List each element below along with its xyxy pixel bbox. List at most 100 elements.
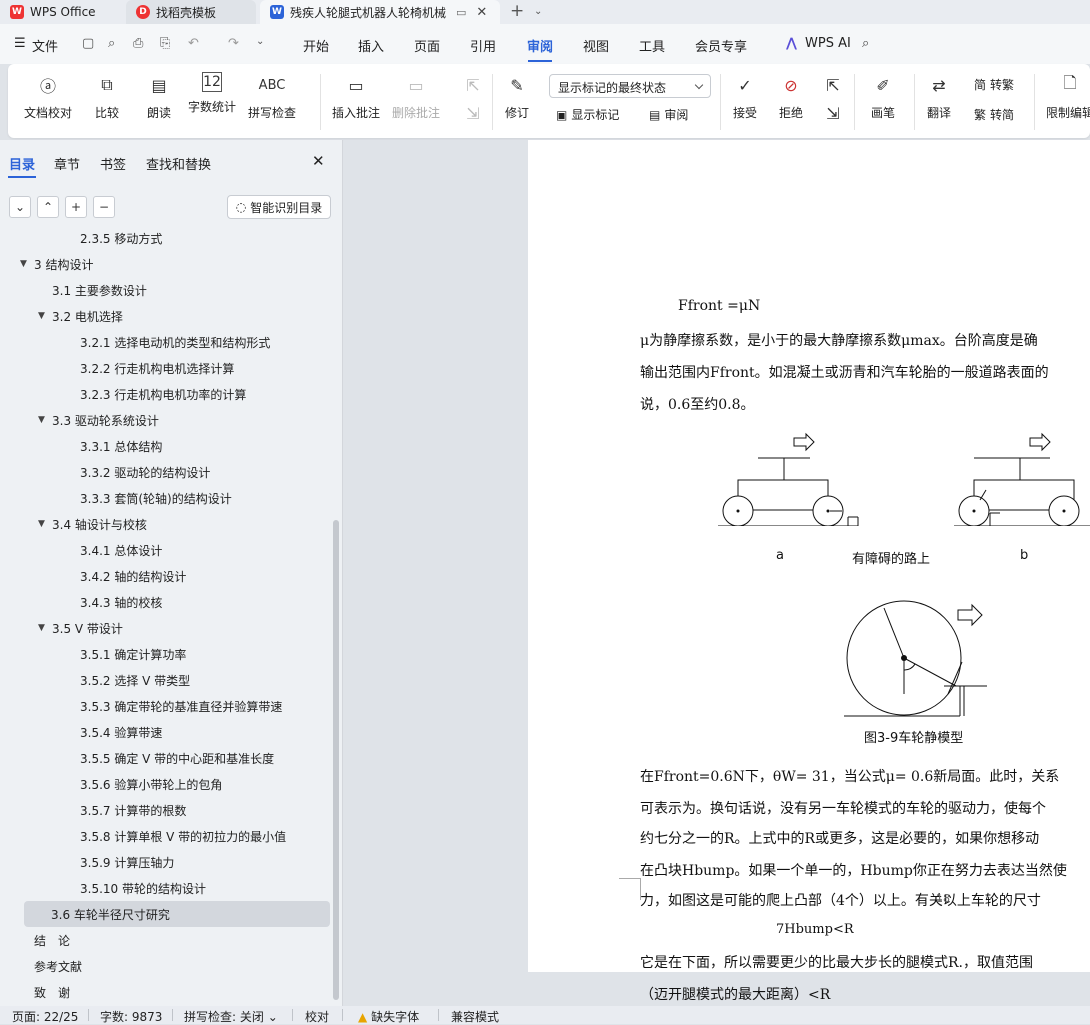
toc-item[interactable]: 3.1 主要参数设计 (38, 277, 147, 303)
tab-bookmarks[interactable]: 书签 (100, 154, 126, 173)
toc-item[interactable]: 3.5.5 确定 V 带的中心距和基准长度 (66, 745, 274, 771)
toc-item[interactable]: 3.5.10 带轮的结构设计 (66, 875, 206, 901)
tab-find-replace[interactable]: 查找和替换 (146, 154, 211, 173)
expand-up-button[interactable]: ⌃ (37, 196, 59, 218)
toc-item[interactable]: 3.6 车轮半径尺寸研究 (24, 901, 330, 927)
remove-toc-button[interactable]: − (93, 196, 115, 218)
toc-item[interactable]: 参考文献 (20, 953, 82, 979)
new-tab-icon[interactable]: + (510, 1, 524, 21)
menu-file[interactable]: 文件 (32, 36, 58, 55)
menu-wps-ai[interactable]: WPS AI (805, 36, 851, 51)
format-painter-icon[interactable]: ⌕ (108, 36, 115, 51)
search-icon[interactable]: ⌕ (862, 36, 869, 51)
tab-chapters[interactable]: 章节 (54, 154, 80, 173)
toc-item[interactable]: ▼ 3.4 轴设计与校核 (38, 511, 147, 537)
to-traditional-button[interactable]: 简 转繁 (974, 76, 1014, 93)
review-pane-button[interactable]: ▤ 审阅 (649, 106, 688, 123)
toc-item[interactable]: ▼ 3 结构设计 (20, 251, 93, 277)
toc-item[interactable]: 3.3.3 套筒(轮轴)的结构设计 (66, 485, 232, 511)
prev-change-button[interactable]: ⇱ (820, 72, 846, 98)
toc-item[interactable]: 2.3.5 移动方式 (66, 228, 162, 251)
menu-tools[interactable]: 工具 (639, 36, 665, 55)
collapse-caret-icon[interactable]: ▼ (38, 623, 52, 633)
next-change-button[interactable]: ⇲ (820, 100, 846, 126)
pen-button[interactable]: ✐ 画笔 (870, 72, 896, 121)
toc-item-label: 3.1 主要参数设计 (52, 283, 147, 298)
toc-item[interactable]: 3.4.2 轴的结构设计 (66, 563, 186, 589)
toc-item[interactable]: ▼ 3.2 电机选择 (38, 303, 123, 329)
restrict-edit-button[interactable]: 🗋 限制编辑 (1046, 72, 1090, 121)
print-icon[interactable]: ⎙ (133, 36, 143, 51)
toc-item[interactable]: 3.4.1 总体设计 (66, 537, 162, 563)
toc-item[interactable]: ▼ 3.3 驱动轮系统设计 (38, 407, 159, 433)
toc-item[interactable]: 3.5.6 验算小带轮上的包角 (66, 771, 222, 797)
menu-review[interactable]: 审阅 (527, 36, 553, 55)
collapse-caret-icon[interactable]: ▼ (38, 311, 52, 321)
reject-button[interactable]: ⊘ 拒绝 (778, 72, 804, 121)
undo-icon[interactable]: ↶ (188, 36, 199, 51)
menu-page[interactable]: 页面 (414, 36, 440, 55)
menu-member[interactable]: 会员专享 (695, 36, 747, 55)
word-count-button[interactable]: 12 字数统计 (188, 72, 236, 115)
smart-toc-button[interactable]: ◌ 智能识别目录 (227, 195, 331, 219)
page-indicator[interactable]: 页面: 22/25 (12, 1008, 78, 1025)
tab-document[interactable]: W 残疾人轮腿式机器人轮椅机械 ▭ ✕ (260, 0, 500, 24)
toc-item[interactable]: 3.5.3 确定带轮的基准直径并验算带速 (66, 693, 282, 719)
to-simplified-button[interactable]: 繁 转简 (974, 106, 1014, 123)
revise-button[interactable]: ✎ 修订 (504, 72, 530, 121)
more-chevron-icon[interactable]: ⌄ (256, 36, 264, 47)
toc-item[interactable]: 3.5.7 计算带的根数 (66, 797, 186, 823)
toc-item[interactable]: 3.3.2 驱动轮的结构设计 (66, 459, 210, 485)
toc-item[interactable]: 3.2.2 行走机构电机选择计算 (66, 355, 234, 381)
toc-item[interactable]: 3.5.9 计算压轴力 (66, 849, 174, 875)
spell-check-status[interactable]: 拼写检查: 关闭 ⌄ (184, 1008, 278, 1025)
toc-item[interactable]: 3.2.1 选择电动机的类型和结构形式 (66, 329, 270, 355)
toc-item[interactable]: 3.5.4 验算带速 (66, 719, 162, 745)
word-count-indicator[interactable]: 字数: 9873 (100, 1008, 162, 1025)
tab-toc[interactable]: 目录 (9, 154, 35, 173)
menu-view[interactable]: 视图 (583, 36, 609, 55)
delete-comment-button[interactable]: ▭ 删除批注 (392, 72, 440, 121)
missing-font-button[interactable]: ▲ 缺失字体 (358, 1008, 419, 1025)
menu-reference[interactable]: 引用 (470, 36, 496, 55)
spell-check-button[interactable]: ABC 拼写检查 (248, 72, 296, 121)
toc-item[interactable]: ▼ 3.5 V 带设计 (38, 615, 123, 641)
save-icon[interactable]: ▢ (82, 36, 94, 51)
hamburger-icon[interactable]: ☰ (14, 36, 26, 51)
show-markup-button[interactable]: ▣ 显示标记 (556, 106, 619, 123)
print-preview-icon[interactable]: ⎘ (160, 36, 170, 51)
tab-wps-office[interactable]: W WPS Office (0, 0, 120, 24)
collapse-all-button[interactable]: ⌄ (9, 196, 31, 218)
close-icon[interactable]: ✕ (476, 5, 487, 20)
markup-state-dropdown[interactable]: 显示标记的最终状态 (549, 74, 711, 98)
toc-item[interactable]: 3.3.1 总体结构 (66, 433, 162, 459)
menu-start[interactable]: 开始 (303, 36, 329, 55)
add-toc-button[interactable]: + (65, 196, 87, 218)
toc-item[interactable]: 结 论 (20, 927, 70, 953)
tab-template[interactable]: D 找稻壳模板 (126, 0, 256, 24)
proof-button[interactable]: 校对 (305, 1008, 329, 1025)
menu-insert[interactable]: 插入 (358, 36, 384, 55)
redo-icon[interactable]: ↷ (228, 36, 239, 51)
collapse-caret-icon[interactable]: ▼ (38, 415, 52, 425)
screen-icon[interactable]: ▭ (456, 6, 466, 19)
insert-comment-button[interactable]: ▭ 插入批注 (332, 72, 380, 121)
toc-item[interactable]: 3.5.1 确定计算功率 (66, 641, 186, 667)
toc-item[interactable]: 3.4.3 轴的校核 (66, 589, 162, 615)
toc-item[interactable]: 3.5.8 计算单根 V 带的初拉力的最小值 (66, 823, 286, 849)
read-aloud-button[interactable]: ▤ 朗读 (146, 72, 172, 121)
chevron-down-icon[interactable]: ⌄ (534, 6, 542, 17)
collapse-caret-icon[interactable]: ▼ (38, 519, 52, 529)
prev-comment-button[interactable]: ⇱ (460, 72, 486, 98)
compare-button[interactable]: ⧉ 比较 (94, 72, 120, 121)
next-comment-button[interactable]: ⇲ (460, 100, 486, 126)
translate-button[interactable]: ⇄ 翻译 (926, 72, 952, 121)
toc-item[interactable]: 致 谢 (20, 979, 70, 1005)
accept-button[interactable]: ✓ 接受 (732, 72, 758, 121)
close-pane-icon[interactable]: ✕ (312, 152, 325, 170)
toc-item[interactable]: 3.2.3 行走机构电机功率的计算 (66, 381, 246, 407)
toc-item[interactable]: 3.5.2 选择 V 带类型 (66, 667, 190, 693)
doc-check-button[interactable]: ⓐ 文档校对 (24, 72, 72, 121)
collapse-caret-icon[interactable]: ▼ (20, 259, 34, 269)
scrollbar[interactable] (333, 520, 339, 1000)
